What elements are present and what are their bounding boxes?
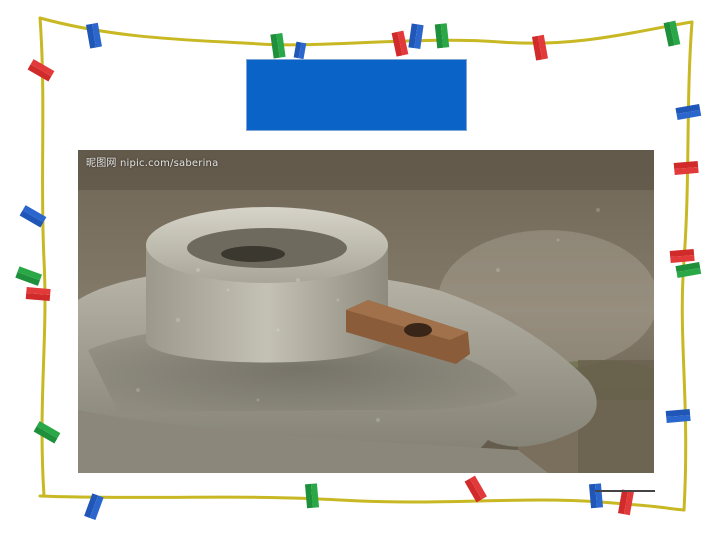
divider-line	[595, 490, 655, 492]
rope-bottom	[38, 494, 686, 512]
title-placeholder-box	[246, 59, 467, 131]
stone-mill-photo: 昵图网 nipic.com/saberina	[78, 150, 654, 473]
photo-watermark: 昵图网 nipic.com/saberina	[86, 158, 219, 169]
rope-top	[38, 16, 694, 47]
stone-mill-illustration	[78, 150, 654, 473]
